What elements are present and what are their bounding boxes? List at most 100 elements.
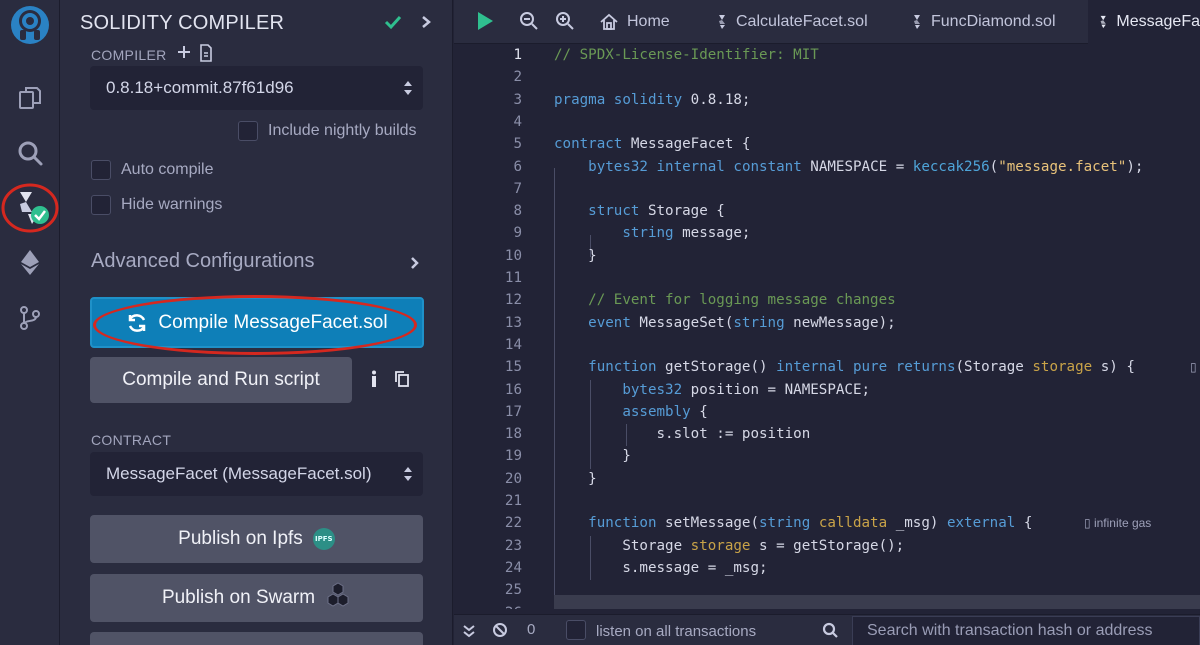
compiler-label: COMPILER — [91, 47, 167, 63]
search-icon — [822, 622, 839, 643]
tab-funcdiamond[interactable]: FuncDiamond.sol — [901, 0, 1071, 44]
compile-success-check-icon — [383, 12, 403, 37]
collapse-terminal-icon[interactable] — [462, 624, 476, 642]
panel-title: SOLIDITY COMPILER — [80, 12, 285, 34]
line-number: 7 — [513, 180, 522, 197]
editor-tab-bar: Home CalculateFacet.sol FuncDiamond.sol … — [454, 0, 1200, 44]
tab-label: Home — [627, 13, 670, 30]
file-explorer-icon[interactable] — [0, 73, 60, 123]
contract-label: CONTRACT — [91, 432, 172, 448]
line-number: 25 — [504, 582, 522, 599]
line-number: 20 — [504, 470, 522, 487]
publish-swarm-button[interactable]: Publish on Swarm — [90, 574, 423, 622]
add-compiler-icon[interactable] — [176, 44, 192, 65]
hide-warnings-label: Hide warnings — [121, 196, 223, 213]
line-number: 2 — [513, 69, 522, 86]
publish-ipfs-label: Publish on Ipfs — [178, 528, 303, 549]
contract-value: MessageFacet (MessageFacet.sol) — [106, 464, 372, 483]
run-play-icon[interactable] — [476, 11, 494, 36]
transaction-search-input[interactable] — [852, 616, 1200, 645]
terminal-bar: 0 listen on all transactions — [454, 614, 1200, 645]
home-icon — [600, 13, 618, 30]
solidity-file-icon — [914, 15, 920, 29]
hide-warnings-row[interactable]: Hide warnings — [91, 195, 222, 215]
line-number: 4 — [513, 113, 522, 130]
tab-messagefacet[interactable]: MessageFa — [1088, 0, 1200, 44]
line-number: 16 — [504, 381, 522, 398]
advanced-configurations-toggle[interactable]: Advanced Configurations — [91, 250, 314, 273]
hide-warnings-checkbox[interactable] — [91, 195, 111, 215]
compiler-version-select[interactable]: 0.8.18+commit.87f61d96 — [90, 66, 423, 110]
line-number: 19 — [504, 448, 522, 465]
deploy-run-icon[interactable] — [0, 237, 60, 287]
line-number: 17 — [504, 403, 522, 420]
line-number: 10 — [504, 247, 522, 264]
publish-ipfs-button[interactable]: Publish on Ipfs IPFS — [90, 515, 423, 563]
line-number: 24 — [504, 559, 522, 576]
line-number: 26 — [454, 602, 522, 610]
line-number: 9 — [513, 225, 522, 242]
line-number: 8 — [513, 203, 522, 220]
nightly-builds-label: Include nightly builds — [268, 122, 417, 139]
line-number: 18 — [504, 426, 522, 443]
compile-run-label: Compile and Run script — [122, 369, 320, 390]
tab-label: CalculateFacet.sol — [736, 13, 868, 30]
remix-logo-icon[interactable] — [0, 0, 60, 50]
line-number: 1 — [513, 47, 522, 63]
tab-calculatefacet[interactable]: CalculateFacet.sol — [706, 0, 886, 44]
line-number: 6 — [513, 158, 522, 175]
more-button-partial[interactable] — [90, 632, 423, 645]
advanced-chevron-right-icon[interactable] — [409, 255, 421, 276]
pending-tx-count: 0 — [527, 621, 536, 638]
select-arrows-icon — [403, 465, 413, 488]
info-icon[interactable] — [370, 370, 378, 393]
icon-rail — [0, 0, 60, 645]
nightly-builds-checkbox[interactable] — [238, 121, 258, 141]
auto-compile-checkbox[interactable] — [91, 160, 111, 180]
solidity-file-icon — [719, 15, 725, 29]
nightly-builds-row[interactable]: Include nightly builds — [238, 121, 417, 141]
ipfs-icon: IPFS — [312, 528, 335, 550]
line-number: 23 — [504, 537, 522, 554]
solidity-compiler-icon[interactable] — [0, 183, 60, 234]
editor-area: Home CalculateFacet.sol FuncDiamond.sol … — [454, 0, 1200, 645]
tab-home[interactable]: Home — [589, 0, 699, 44]
line-number: 5 — [513, 136, 522, 153]
copy-icon[interactable] — [394, 370, 410, 393]
search-icon[interactable] — [0, 128, 60, 178]
compile-run-script-button[interactable]: Compile and Run script — [90, 357, 352, 403]
gas-estimate: ▯ infinite gas — [1084, 516, 1152, 531]
line-number: 22 — [504, 515, 522, 532]
zoom-in-icon[interactable] — [555, 11, 575, 36]
refresh-icon — [129, 313, 146, 332]
line-number: 21 — [504, 493, 522, 509]
solidity-file-icon — [1100, 15, 1106, 29]
line-number: 14 — [504, 336, 522, 353]
contract-select[interactable]: MessageFacet (MessageFacet.sol) — [90, 452, 423, 496]
line-number: 11 — [504, 270, 522, 286]
listen-checkbox[interactable] — [566, 620, 586, 644]
tab-label: FuncDiamond.sol — [931, 13, 1056, 30]
auto-compile-label: Auto compile — [121, 161, 214, 178]
zoom-out-icon[interactable] — [519, 11, 539, 36]
line-number: 3 — [513, 91, 522, 108]
gas-pump-icon: ▯ — [1190, 360, 1197, 375]
tab-label: MessageFa — [1116, 13, 1200, 30]
clear-terminal-icon[interactable] — [492, 622, 508, 642]
solidity-compiler-panel: SOLIDITY COMPILER COMPILER 0.8.18+commit… — [60, 0, 453, 645]
swarm-icon — [325, 582, 351, 614]
auto-compile-row[interactable]: Auto compile — [91, 160, 214, 180]
compile-button-label: Compile MessageFacet.sol — [158, 311, 388, 333]
git-icon[interactable] — [0, 293, 60, 343]
line-number: 15 — [504, 359, 522, 376]
select-arrows-icon — [403, 79, 413, 102]
compile-button[interactable]: Compile MessageFacet.sol — [90, 297, 424, 348]
line-number: 13 — [504, 314, 522, 331]
publish-swarm-label: Publish on Swarm — [161, 587, 316, 608]
listen-label: listen on all transactions — [596, 623, 757, 640]
panel-chevron-right-icon[interactable] — [419, 12, 433, 37]
code-editor[interactable]: 1// SPDX-License-Identifier: MIT 2 3 prag… — [454, 44, 1200, 609]
compiler-file-icon[interactable] — [199, 44, 213, 67]
line-number: 12 — [504, 292, 522, 309]
compiler-version-value: 0.8.18+commit.87f61d96 — [106, 78, 294, 97]
